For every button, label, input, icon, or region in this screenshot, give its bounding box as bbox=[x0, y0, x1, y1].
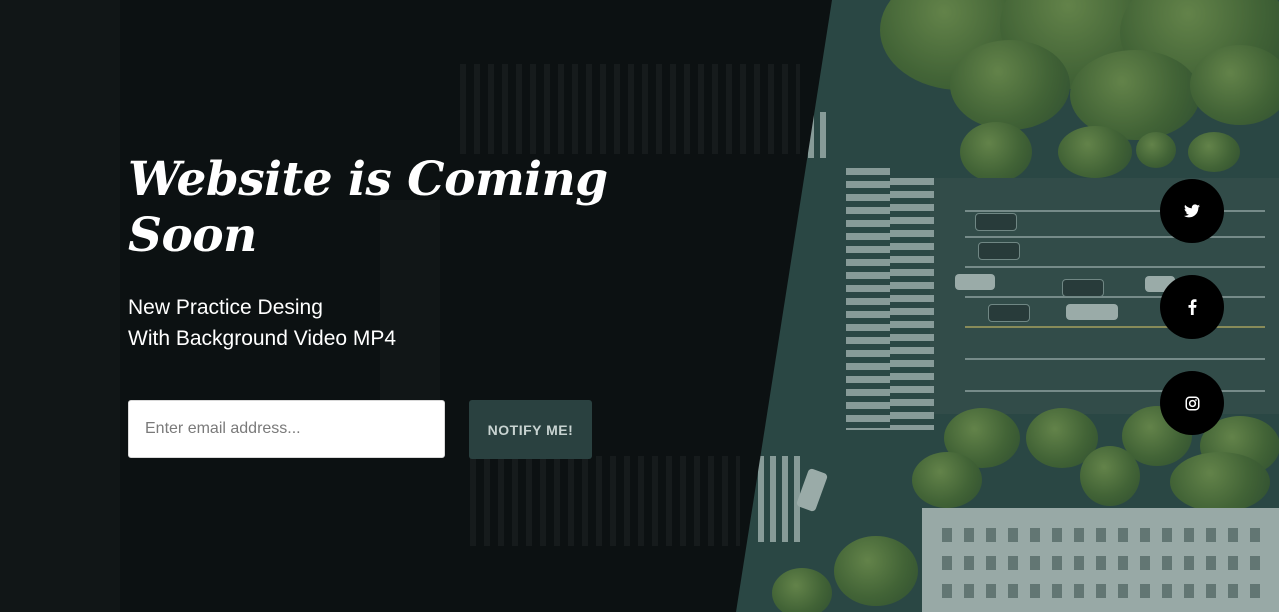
page-title: Website is Coming Soon bbox=[128, 152, 608, 263]
hero-subtitle: New Practice Desing With Background Vide… bbox=[128, 292, 608, 354]
email-field[interactable] bbox=[128, 400, 445, 458]
notify-me-button[interactable]: NOTIFY ME! bbox=[469, 400, 592, 459]
facebook-button[interactable] bbox=[1160, 275, 1224, 339]
subtitle-line: New Practice Desing bbox=[128, 296, 323, 319]
faded-crosswalk bbox=[470, 456, 740, 546]
twitter-button[interactable] bbox=[1160, 179, 1224, 243]
faded-street bbox=[0, 0, 120, 612]
facebook-icon bbox=[1188, 299, 1196, 315]
instagram-icon bbox=[1185, 396, 1199, 410]
twitter-icon bbox=[1184, 204, 1200, 218]
instagram-button[interactable] bbox=[1160, 371, 1224, 435]
subtitle-line: With Background Video MP4 bbox=[128, 327, 397, 350]
coming-soon-page: Website is Coming Soon New Practice Desi… bbox=[0, 0, 1279, 612]
faded-crosswalk bbox=[460, 64, 800, 154]
